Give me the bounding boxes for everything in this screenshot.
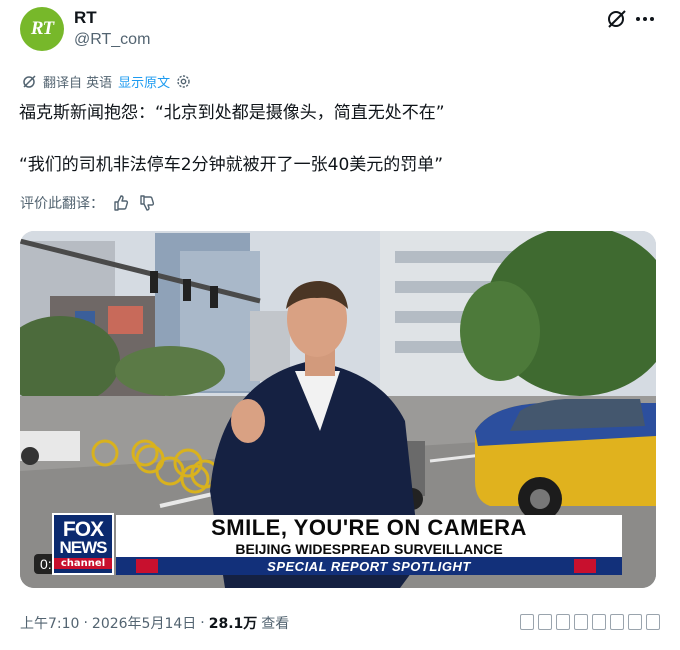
grok-icon[interactable] xyxy=(606,8,628,30)
chyron-headline-text: SMILE, YOU'RE ON CAMERA xyxy=(211,515,527,540)
translated-from-label: 翻译自 英语 xyxy=(43,75,113,91)
post-text-line-1: 福克斯新闻抱怨：“北京到处都是摄像头，简直无处不在” xyxy=(19,103,445,123)
translation-row: 翻译自 英语 显示原文 xyxy=(22,71,191,91)
post-text-line-2: “我们的司机非法停车2分钟就被开了一张40美元的罚单” xyxy=(19,155,444,175)
rate-translation-row: 评价此翻译： xyxy=(20,193,156,213)
author-handle[interactable]: @RT_com xyxy=(74,31,150,49)
logo-fox-text: FOX xyxy=(62,517,104,541)
rate-translation-label: 评价此翻译： xyxy=(20,196,104,212)
translate-icon xyxy=(23,74,36,88)
chyron-headline: SMILE, YOU'RE ON CAMERA xyxy=(116,515,622,541)
chyron-banner-text: SPECIAL REPORT SPOTLIGHT xyxy=(267,558,471,574)
post-meta: 上午7:10 · 2026年5月14日 · 28.1万 查看 xyxy=(20,613,289,633)
avatar[interactable]: RT xyxy=(20,7,64,51)
view-count: 28.1万 xyxy=(208,616,258,632)
more-icon[interactable] xyxy=(636,12,658,26)
show-original-link[interactable]: 显示原文 xyxy=(118,72,170,91)
logo-news-text: NEWS xyxy=(59,537,108,557)
author-name[interactable]: RT xyxy=(74,8,97,28)
flag-icon xyxy=(574,559,596,573)
chyron-subheadline-text: BEIJING WIDESPREAD SURVEILLANCE xyxy=(235,541,503,557)
post-date[interactable]: 2026年5月14日 xyxy=(92,613,196,633)
thumbs-up-icon[interactable] xyxy=(112,194,130,212)
thumbs-down-icon[interactable] xyxy=(138,194,156,212)
logo-channel-text: channel xyxy=(54,557,112,569)
flag-icon xyxy=(136,559,158,573)
settings-icon[interactable] xyxy=(176,74,191,89)
avatar-text: RT xyxy=(30,18,54,39)
chyron-banner: SPECIAL REPORT SPOTLIGHT xyxy=(116,557,622,575)
fox-news-logo: FOX NEWS channel xyxy=(52,513,114,575)
video-player[interactable]: 大 xyxy=(20,231,656,588)
chyron-subheadline: BEIJING WIDESPREAD SURVEILLANCE xyxy=(116,541,622,557)
view-label: 查看 xyxy=(261,616,290,632)
meta-separator: · xyxy=(83,615,88,631)
watermark-icon xyxy=(520,614,662,632)
meta-separator: · xyxy=(200,615,205,631)
post-time[interactable]: 上午7:10 xyxy=(20,613,79,633)
